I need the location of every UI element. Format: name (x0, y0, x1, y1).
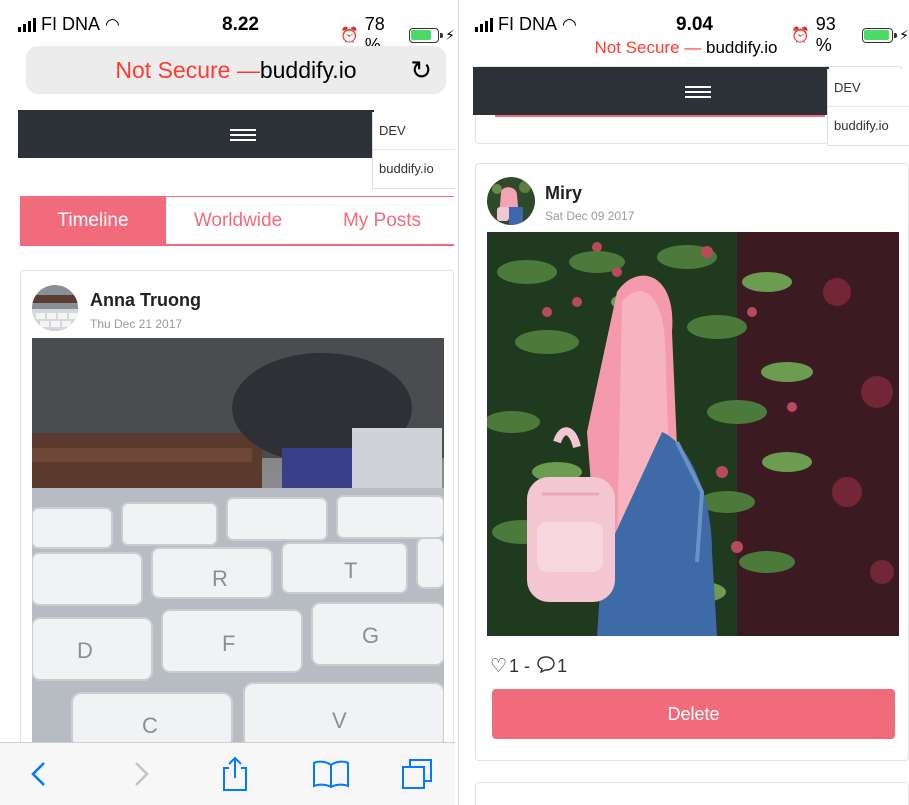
svg-text:R: R (212, 566, 228, 591)
charging-icon: ⚡ (445, 26, 455, 43)
tab-timeline[interactable]: Timeline (20, 197, 166, 244)
status-time: 9.04 (676, 14, 713, 35)
svg-text:G: G (362, 623, 379, 648)
post-card: Anna Truong Thu Dec 21 2017 R T D F G C … (20, 270, 454, 770)
carrier-name: FI DNA (41, 14, 101, 34)
carrier: FI DNA ◠ (18, 14, 120, 35)
carrier-name: FI DNA (498, 14, 558, 34)
status-time: 8.22 (222, 14, 259, 35)
next-post-card (475, 782, 909, 805)
post-date: Thu Dec 21 2017 (90, 317, 183, 331)
nav-bar (18, 110, 374, 158)
svg-text:C: C (142, 713, 158, 738)
comments-count: 1 (557, 656, 568, 676)
nav-dropdown: DEV buddify.io (372, 112, 455, 189)
screenshot-divider (455, 0, 463, 805)
battery-icon (408, 27, 444, 43)
url-domain: buddify.io (705, 38, 778, 57)
right-phone-screen: FI DNA ◠ 9.04 ⏰ 93 % ⚡ Not Secure — budd… (463, 0, 909, 805)
not-secure-label: Not Secure — (594, 38, 706, 57)
post-photo[interactable] (487, 232, 899, 636)
tab-worldwide[interactable]: Worldwide (166, 197, 310, 244)
post-date: Sat Dec 09 2017 (545, 209, 635, 223)
delete-button[interactable]: Delete (492, 689, 895, 739)
heart-icon[interactable]: ♡ (490, 655, 507, 678)
tabs-icon[interactable] (400, 757, 434, 791)
post-author[interactable]: Anna Truong (90, 290, 201, 311)
avatar[interactable] (32, 285, 78, 331)
share-icon[interactable] (218, 756, 252, 791)
svg-text:D: D (77, 638, 93, 663)
not-secure-label: Not Secure — (115, 56, 260, 83)
status-bar: FI DNA ◠ 8.22 ⏰ 78 % ⚡ (0, 0, 455, 55)
alarm-icon: ⏰ (340, 27, 359, 44)
svg-text:T: T (344, 558, 357, 583)
reload-icon[interactable]: ↻ (410, 55, 432, 86)
browser-toolbar (0, 742, 455, 805)
avatar[interactable] (487, 177, 535, 225)
wifi-icon: ◠ (105, 14, 120, 34)
url-bar[interactable]: Not Secure — buddify.io (463, 38, 909, 58)
tab-my-posts[interactable]: My Posts (310, 197, 454, 244)
post-author[interactable]: Miry (545, 183, 582, 204)
status-bar: FI DNA ◠ 9.04 ⏰ 93 % ⚡ (463, 0, 909, 55)
post-photo[interactable]: R T D F G C V (32, 338, 444, 748)
post-stats: ♡ 1 - 1 (490, 655, 567, 678)
nav-bar (473, 67, 829, 115)
forward-icon[interactable] (124, 757, 158, 791)
url-domain: buddify.io (259, 56, 357, 83)
back-icon[interactable] (22, 757, 56, 791)
dropdown-item-dev[interactable]: DEV (373, 112, 455, 150)
likes-count: 1 - (509, 656, 536, 676)
tab-underline (495, 115, 825, 117)
carrier: FI DNA ◠ (475, 14, 577, 35)
wifi-icon: ◠ (562, 14, 577, 34)
svg-text:F: F (222, 631, 235, 656)
url-bar[interactable]: Not Secure — buddify.io ↻ (26, 46, 446, 94)
hamburger-menu-icon[interactable] (230, 129, 256, 141)
dropdown-item-buddify[interactable]: buddify.io (828, 107, 909, 145)
post-card: Miry Sat Dec 09 2017 ♡ 1 - 1 Delete (475, 163, 909, 761)
dropdown-item-buddify[interactable]: buddify.io (373, 150, 455, 188)
nav-dropdown: DEV buddify.io (827, 69, 909, 146)
left-phone-screen: FI DNA ◠ 8.22 ⏰ 78 % ⚡ Not Secure — budd… (0, 0, 455, 805)
svg-text:V: V (332, 708, 347, 733)
comment-icon[interactable] (537, 655, 555, 678)
hamburger-menu-icon[interactable] (685, 86, 711, 98)
signal-icon (475, 17, 493, 32)
feed-tabs: Timeline Worldwide My Posts (20, 196, 454, 246)
dropdown-item-dev[interactable]: DEV (828, 69, 909, 107)
signal-icon (18, 17, 36, 32)
bookmarks-icon[interactable] (311, 757, 351, 791)
